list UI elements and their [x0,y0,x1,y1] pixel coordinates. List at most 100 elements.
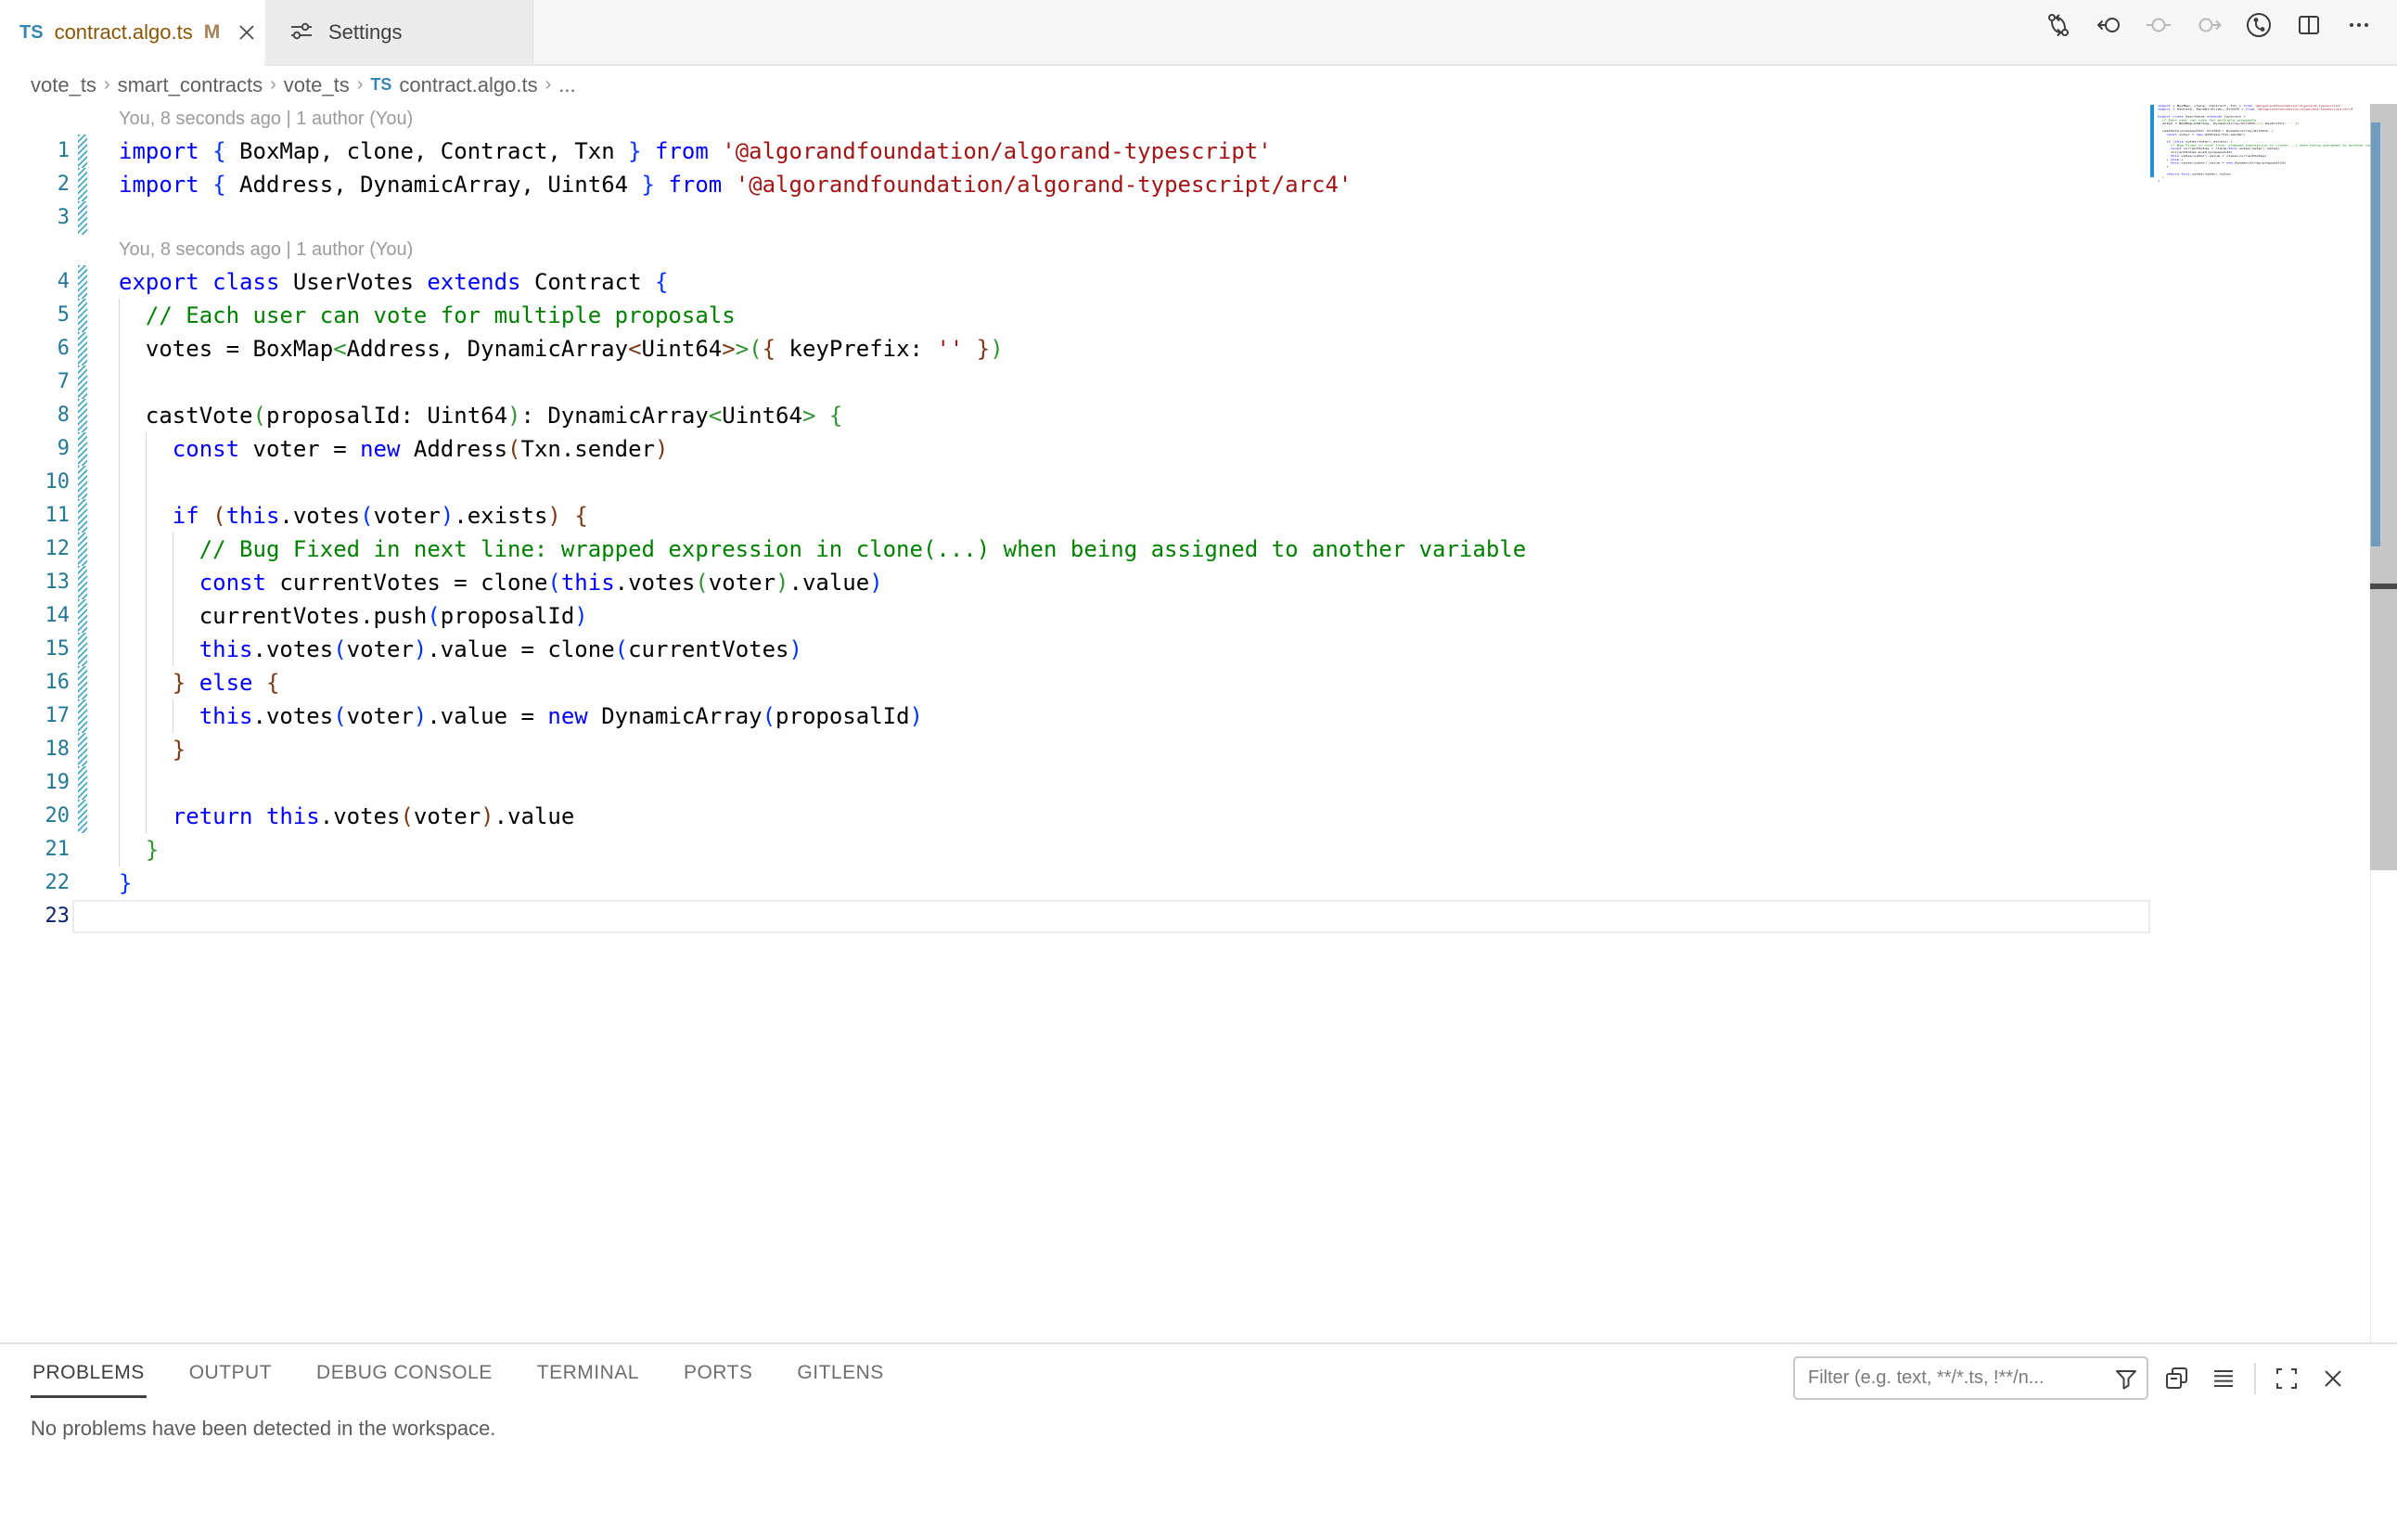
line-number[interactable]: 15 [0,633,70,666]
line-number[interactable]: 23 [0,900,70,933]
gutter-change-indicator[interactable] [78,766,87,800]
code-line-17[interactable]: 17 this.votes(voter).value = new Dynamic… [0,699,2397,733]
problems-filter-input[interactable] [1806,1367,2113,1390]
gutter-change-indicator[interactable] [78,168,87,201]
breadcrumb-segment[interactable]: vote_ts [284,73,350,97]
code-line-11[interactable]: 11 if (this.votes(voter).exists) { [0,499,2397,533]
line-number[interactable]: 8 [0,399,70,432]
split-editor-icon[interactable] [2293,9,2325,41]
close-panel-icon[interactable] [2317,1363,2349,1394]
code-line-14[interactable]: 14 currentVotes.push(proposalId) [0,599,2397,633]
settings-sliders-icon [288,17,315,49]
code-line-12[interactable]: 12 // Bug Fixed in next line: wrapped ex… [0,533,2397,566]
gutter-change-indicator[interactable] [78,566,87,599]
line-number[interactable]: 19 [0,766,70,800]
commit-graph-icon[interactable] [2243,9,2275,41]
gutter-change-indicator[interactable] [78,201,87,235]
line-number[interactable]: 1 [0,135,70,168]
line-number[interactable]: 20 [0,800,70,833]
code-line-19[interactable]: 19 [0,766,2397,800]
code-line-16[interactable]: 16 } else { [0,666,2397,699]
gutter-change-indicator[interactable] [78,265,87,299]
line-number[interactable]: 21 [0,833,70,866]
panel-tab-terminal[interactable]: TERMINAL [535,1349,641,1398]
code-line-6[interactable]: 6 votes = BoxMap<Address, DynamicArray<U… [0,332,2397,366]
minimap[interactable]: import { BoxMap, clone, Contract, Txn } … [2150,104,2370,197]
gutter-change-indicator[interactable] [78,733,87,766]
tab-settings[interactable]: Settings [265,0,533,65]
breadcrumb-file[interactable]: contract.algo.ts [399,73,537,97]
line-number[interactable]: 14 [0,599,70,633]
more-actions-icon[interactable] [2343,9,2375,41]
code-line-3[interactable]: 3 [0,201,2397,235]
gutter-change-indicator[interactable] [78,299,87,332]
line-number[interactable]: 17 [0,699,70,733]
code-line-20[interactable]: 20 return this.votes(voter).value [0,800,2397,833]
code-editor[interactable]: You, 8 seconds ago | 1 author (You)1impo… [0,104,2397,1342]
panel-tab-problems[interactable]: PROBLEMS [31,1349,147,1398]
gutter-change-indicator[interactable] [78,499,87,533]
code-line-4[interactable]: 4export class UserVotes extends Contract… [0,265,2397,299]
code-line-18[interactable]: 18 } [0,733,2397,766]
code-line-9[interactable]: 9 const voter = new Address(Txn.sender) [0,432,2397,466]
code-text: // Bug Fixed in next line: wrapped expre… [119,533,1526,566]
code-text: this.votes(voter).value = clone(currentV… [119,633,802,666]
panel-tab-output[interactable]: OUTPUT [187,1349,274,1398]
line-number[interactable]: 6 [0,332,70,366]
filter-funnel-icon[interactable] [2113,1366,2139,1392]
gutter-change-indicator[interactable] [78,666,87,699]
line-number[interactable]: 16 [0,666,70,699]
gutter-change-indicator[interactable] [78,332,87,366]
gutter-change-indicator[interactable] [78,699,87,733]
line-number[interactable]: 22 [0,866,70,900]
view-as-tree-icon[interactable] [2208,1363,2239,1394]
code-line-8[interactable]: 8 castVote(proposalId: Uint64): DynamicA… [0,399,2397,432]
line-number[interactable]: 5 [0,299,70,332]
tab-contract-algo-ts[interactable]: TS contract.algo.ts M [0,0,264,65]
line-number[interactable]: 11 [0,499,70,533]
gutter-change-indicator[interactable] [78,466,87,499]
line-number[interactable]: 18 [0,733,70,766]
line-number[interactable]: 12 [0,533,70,566]
code-line-5[interactable]: 5 // Each user can vote for multiple pro… [0,299,2397,332]
line-number[interactable]: 7 [0,366,70,399]
code-line-10[interactable]: 10 [0,466,2397,499]
gutter-change-indicator[interactable] [78,800,87,833]
gutter-change-indicator[interactable] [78,135,87,168]
breadcrumb-segment[interactable]: smart_contracts [118,73,263,97]
code-line-13[interactable]: 13 const currentVotes = clone(this.votes… [0,566,2397,599]
breadcrumb-more[interactable]: ... [558,73,575,97]
code-line-15[interactable]: 15 this.votes(voter).value = clone(curre… [0,633,2397,666]
line-number[interactable]: 3 [0,201,70,235]
gutter-change-indicator[interactable] [78,599,87,633]
gutter-change-indicator[interactable] [78,432,87,466]
code-line-22[interactable]: 22} [0,866,2397,900]
line-number[interactable]: 10 [0,466,70,499]
code-line-7[interactable]: 7 [0,366,2397,399]
gutter-change-indicator[interactable] [78,366,87,399]
code-line-21[interactable]: 21 } [0,833,2397,866]
gutter-change-indicator[interactable] [78,633,87,666]
code-line-2[interactable]: 2import { Address, DynamicArray, Uint64 … [0,168,2397,201]
gitlens-blame-annotation[interactable]: You, 8 seconds ago | 1 author (You) [0,235,2397,265]
gutter-change-indicator[interactable] [78,533,87,566]
line-number[interactable]: 4 [0,265,70,299]
gitlens-open-changes-icon[interactable] [2043,9,2074,41]
breadcrumb-segment[interactable]: vote_ts [31,73,96,97]
gutter-change-indicator[interactable] [78,399,87,432]
gitlens-blame-annotation[interactable]: You, 8 seconds ago | 1 author (You) [0,104,2397,135]
line-number[interactable]: 13 [0,566,70,599]
line-number[interactable]: 2 [0,168,70,201]
view-as-table-icon[interactable] [2161,1363,2193,1394]
code-line-1[interactable]: 1import { BoxMap, clone, Contract, Txn }… [0,135,2397,168]
code-line-23[interactable]: 23 [0,900,2397,933]
panel-tab-debug-console[interactable]: DEBUG CONSOLE [314,1349,494,1398]
previous-change-icon[interactable] [2143,9,2174,41]
go-back-change-icon[interactable] [2093,9,2124,41]
maximize-panel-icon[interactable] [2271,1363,2302,1394]
line-number[interactable]: 9 [0,432,70,466]
next-change-icon[interactable] [2193,9,2224,41]
panel-tab-ports[interactable]: PORTS [682,1349,754,1398]
panel-tab-gitlens[interactable]: GITLENS [795,1349,885,1398]
close-tab-icon[interactable] [233,19,261,46]
